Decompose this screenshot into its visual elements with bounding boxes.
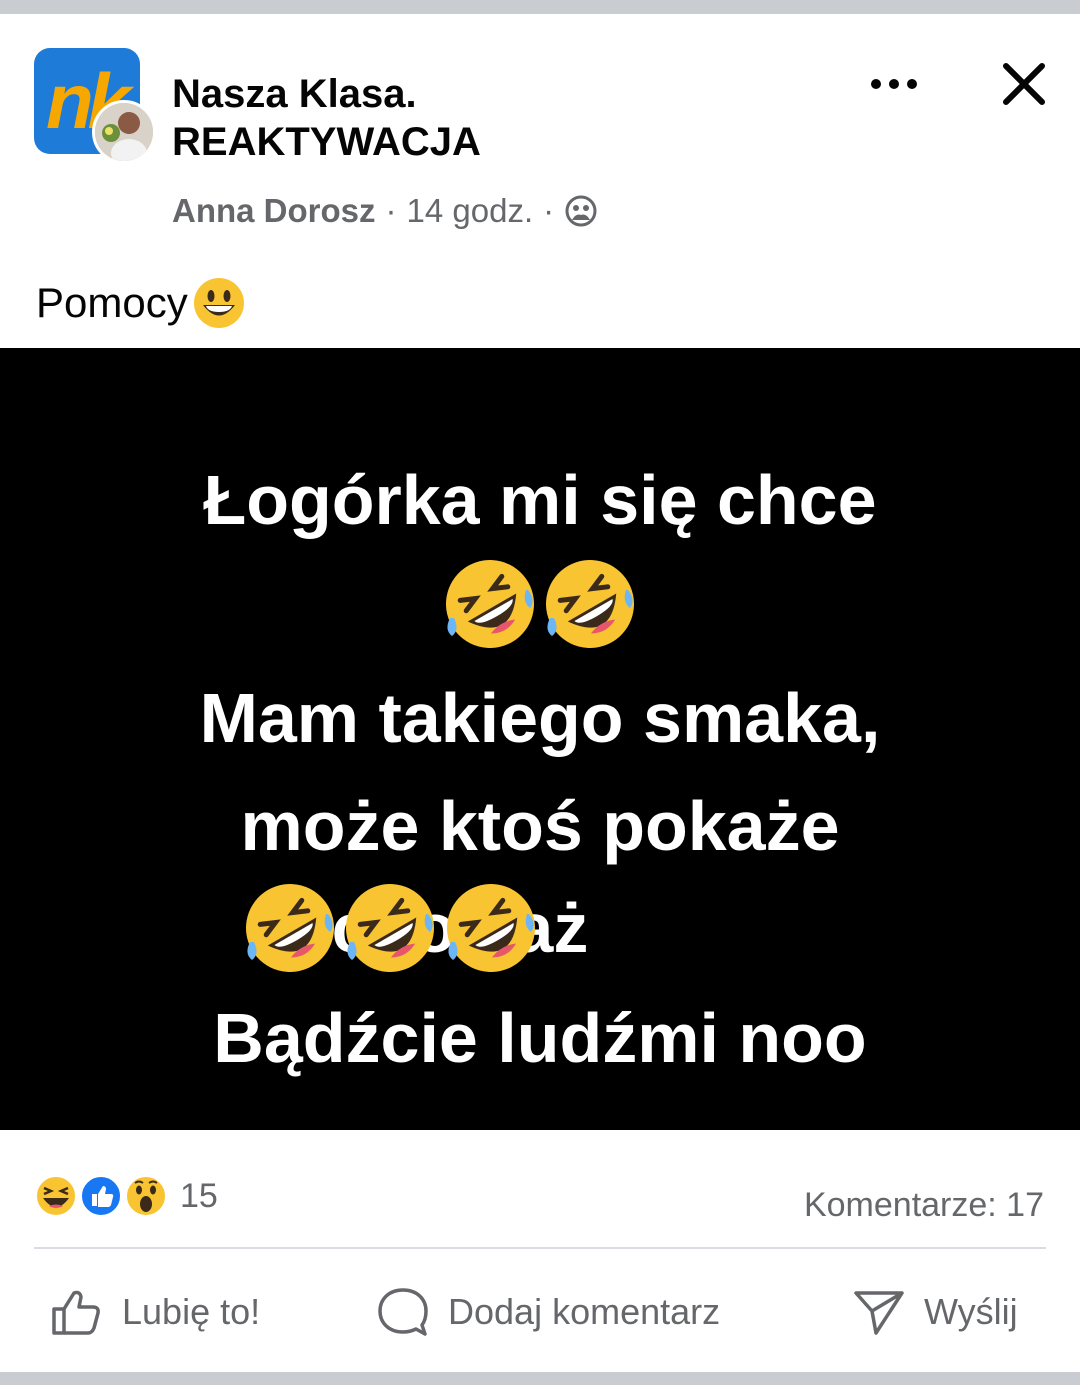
reaction-count: 15 [180, 1176, 218, 1215]
like-button[interactable]: Lubię to! [50, 1282, 260, 1342]
meta-separator: · [543, 192, 555, 229]
like-icon [80, 1175, 122, 1217]
divider [34, 1247, 1046, 1249]
rofl-icon [542, 556, 638, 652]
post-time[interactable]: 14 godz. [407, 192, 534, 230]
group-avatar[interactable]: nk [34, 48, 156, 164]
image-text-line: Mam takiego smaka, [199, 679, 881, 757]
rofl-icon [342, 880, 438, 976]
rofl-icon [443, 880, 539, 976]
group-name[interactable]: Nasza Klasa. REAKTYWACJA [172, 70, 692, 166]
reactions-summary[interactable]: 15 [34, 1174, 218, 1218]
group-icon [564, 194, 598, 228]
rofl-icon [442, 556, 538, 652]
post-meta: Anna Dorosz · 14 godz. · [172, 192, 598, 230]
more-options-button[interactable] [862, 64, 926, 104]
comments-count[interactable]: Komentarze: 17 [804, 1186, 1044, 1225]
send-label: Wyślij [924, 1291, 1018, 1332]
reaction-icons [34, 1174, 168, 1218]
wow-icon [125, 1175, 167, 1217]
like-label: Lubię to! [122, 1291, 261, 1332]
image-text-line: Bądźcie ludźmi noo [213, 999, 867, 1077]
laugh-emoji-row [242, 880, 539, 976]
more-icon [871, 79, 917, 89]
image-text-line: Łogórka mi się chce [203, 461, 877, 539]
comment-label: Dodaj komentarz [448, 1291, 721, 1332]
grinning-face-icon [192, 276, 246, 330]
laugh-emoji-row [0, 556, 1080, 652]
comment-icon [378, 1288, 428, 1336]
close-button[interactable] [998, 58, 1050, 110]
close-icon [1003, 63, 1045, 105]
rofl-icon [242, 880, 338, 976]
meta-separator: · [385, 192, 397, 229]
image-text-line: może ktoś pokaże [240, 787, 840, 865]
author-name[interactable]: Anna Dorosz [172, 192, 376, 230]
send-icon [854, 1291, 904, 1335]
comment-button[interactable]: Dodaj komentarz [376, 1282, 720, 1342]
post-text: Pomocy [36, 276, 246, 330]
post-image[interactable]: Łogórka mi się chce Mam takiego smaka, m… [0, 348, 1080, 1130]
haha-icon [35, 1175, 77, 1217]
thumbs-up-icon [52, 1290, 100, 1335]
post-card: nk Nasza Klasa. REAKTYWACJA Anna Dorosz … [0, 14, 1080, 1372]
user-avatar[interactable] [92, 100, 156, 164]
send-button[interactable]: Wyślij [852, 1282, 1018, 1342]
post-text-content: Pomocy [36, 279, 188, 326]
